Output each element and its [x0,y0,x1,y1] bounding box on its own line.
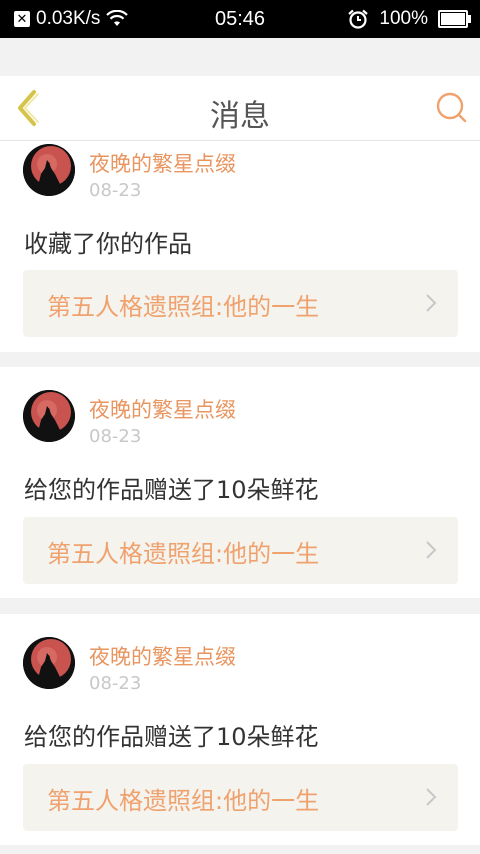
chevron-right-icon [426,788,437,806]
username[interactable]: 夜晚的繁星点缀 [89,641,236,671]
avatar[interactable] [23,390,75,442]
chevron-right-icon [426,294,437,312]
work-link[interactable]: 第五人格遗照组:他的一生 [23,517,458,584]
message-list[interactable]: 夜晚的繁星点缀 08-23 收藏了你的作品 第五人格遗照组:他的一生 夜晚的繁星… [0,141,480,854]
battery-icon [438,10,471,28]
search-icon[interactable] [434,90,468,124]
message-card: 夜晚的繁星点缀 08-23 收藏了你的作品 第五人格遗照组:他的一生 [0,141,480,352]
message-action: 给您的作品赠送了10朵鲜花 [24,476,319,504]
avatar[interactable] [23,144,75,196]
username[interactable]: 夜晚的繁星点缀 [89,394,236,424]
work-title: 第五人格遗照组:他的一生 [47,540,320,568]
work-link[interactable]: 第五人格遗照组:他的一生 [23,764,458,831]
work-link[interactable]: 第五人格遗照组:他的一生 [23,270,458,337]
chevron-right-icon [426,541,437,559]
work-title: 第五人格遗照组:他的一生 [47,293,320,321]
work-title: 第五人格遗照组:他的一生 [47,787,320,815]
message-action: 给您的作品赠送了10朵鲜花 [24,723,319,751]
status-right: 100% [347,8,471,30]
message-date: 08-23 [89,426,142,447]
alarm-icon [348,9,369,29]
battery-percent: 100% [379,8,428,29]
message-date: 08-23 [89,180,142,201]
avatar[interactable] [23,637,75,689]
page-title: 消息 [210,99,270,134]
username[interactable]: 夜晚的繁星点缀 [89,148,236,178]
message-card: 夜晚的繁星点缀 08-23 给您的作品赠送了10朵鲜花 第五人格遗照组:他的一生 [0,614,480,845]
message-date: 08-23 [89,673,142,694]
top-bar: 消息 [0,76,480,141]
status-bar: ✕ 0.03K/s 05:46 100% [0,0,480,38]
message-card: 夜晚的繁星点缀 08-23 给您的作品赠送了10朵鲜花 第五人格遗照组:他的一生 [0,367,480,598]
message-action: 收藏了你的作品 [24,230,192,258]
